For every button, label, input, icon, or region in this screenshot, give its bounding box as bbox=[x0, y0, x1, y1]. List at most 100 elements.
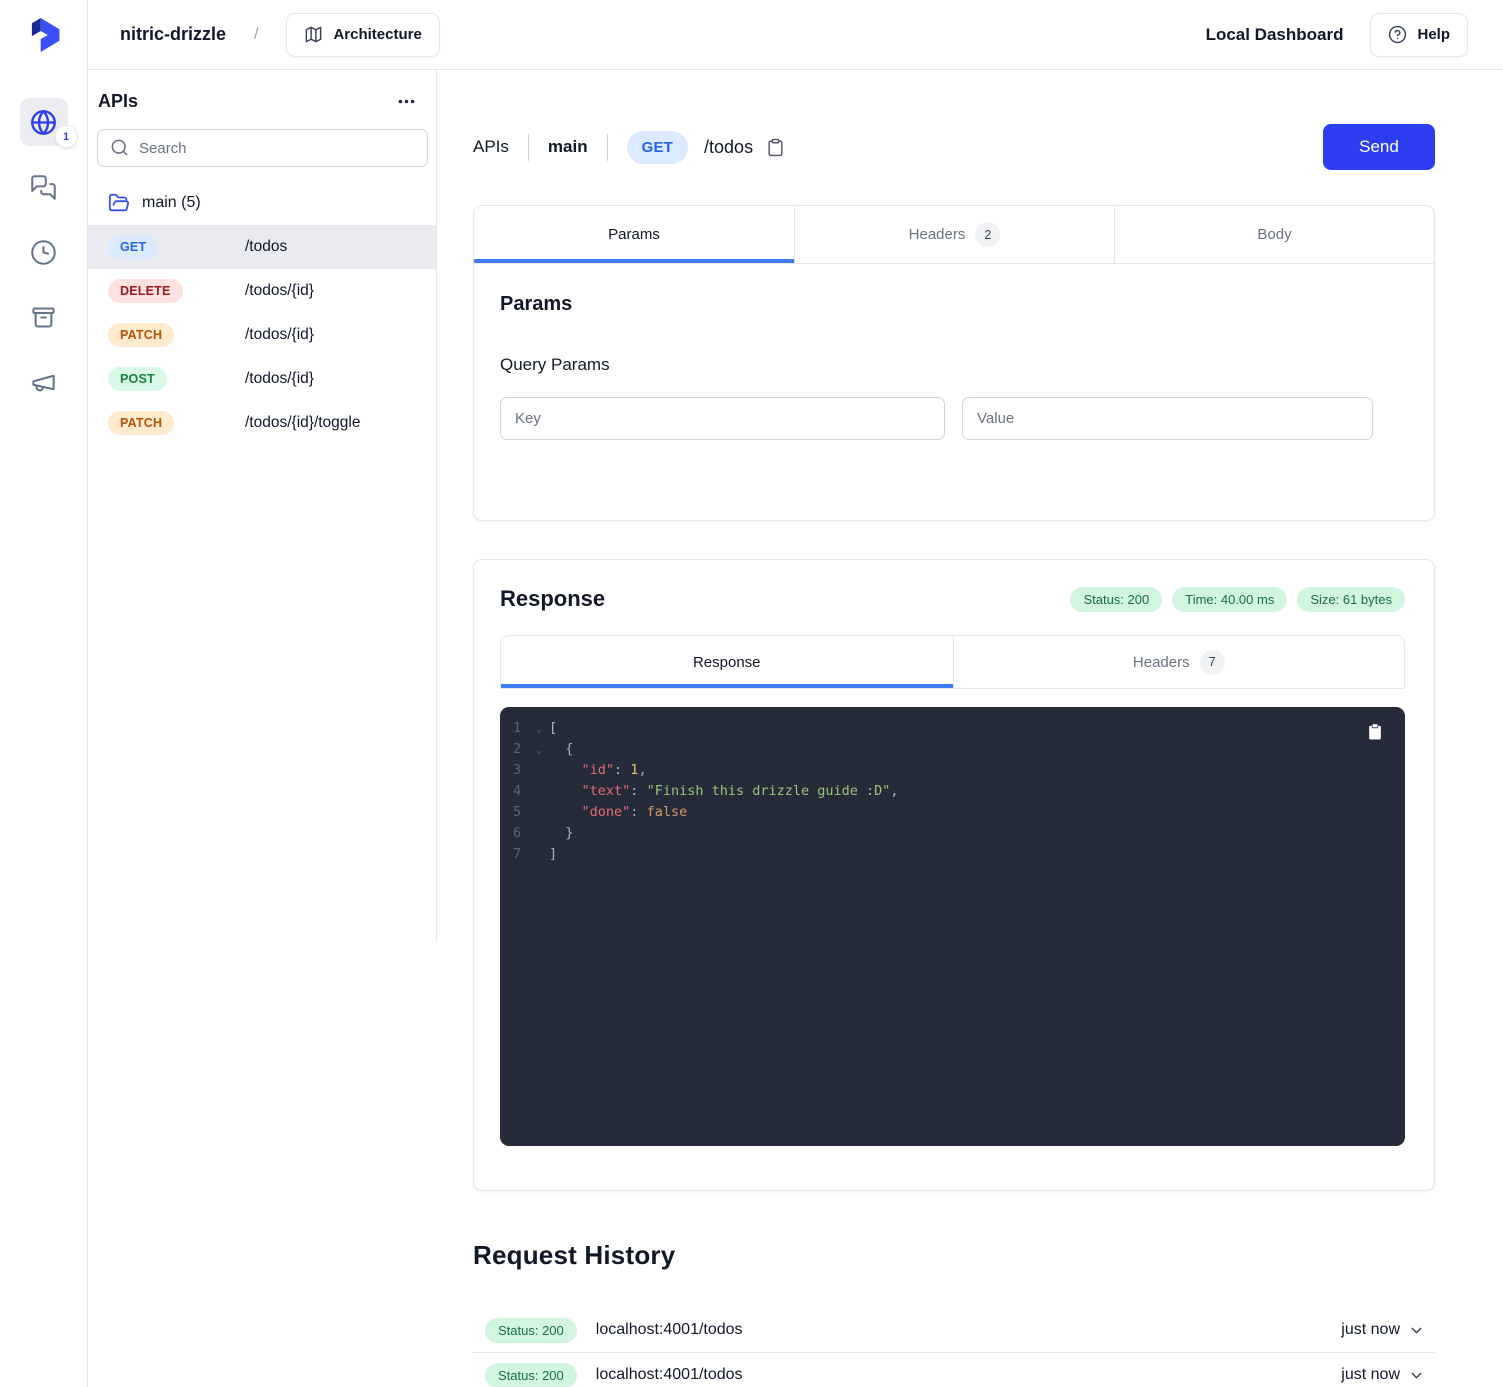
tab-params[interactable]: Params bbox=[474, 206, 794, 263]
send-button[interactable]: Send bbox=[1323, 124, 1435, 170]
help-button[interactable]: Help bbox=[1370, 13, 1468, 57]
code-line: 1⌄[ bbox=[500, 718, 1405, 739]
route-method: PATCH bbox=[108, 411, 245, 435]
code-line: 7] bbox=[500, 844, 1405, 865]
tab-response-label: Response bbox=[693, 654, 761, 671]
route-path: /todos/{id} bbox=[245, 370, 314, 388]
breadcrumb-apis: APIs bbox=[473, 137, 509, 157]
route-method: GET bbox=[108, 235, 245, 259]
copy-path-button[interactable] bbox=[766, 138, 785, 157]
code-line: 5 "done": false bbox=[500, 802, 1405, 823]
tab-headers[interactable]: Headers 2 bbox=[794, 206, 1114, 263]
breadcrumb-separator: / bbox=[254, 26, 258, 44]
search-input[interactable] bbox=[97, 129, 428, 167]
history-url: localhost:4001/todos bbox=[596, 1366, 743, 1384]
history-time-label: just now bbox=[1341, 1321, 1400, 1339]
history-time-label: just now bbox=[1341, 1366, 1400, 1384]
code-line: 6 } bbox=[500, 823, 1405, 844]
chat-bubbles-icon bbox=[30, 174, 57, 201]
route-item[interactable]: PATCH/todos/{id}/toggle bbox=[88, 401, 437, 445]
chevron-down-icon bbox=[1408, 1322, 1425, 1339]
route-item[interactable]: PATCH/todos/{id} bbox=[88, 313, 437, 357]
globe-icon bbox=[30, 109, 57, 136]
route-path: /todos bbox=[245, 238, 287, 256]
response-code-block: 1⌄[2⌄ {3 "id": 1,4 "text": "Finish this … bbox=[500, 707, 1405, 1146]
route-item[interactable]: POST/todos/{id} bbox=[88, 357, 437, 401]
line-number: 4 bbox=[513, 781, 529, 802]
history-row[interactable]: Status: 200localhost:4001/todosjust now bbox=[473, 1308, 1435, 1353]
project-name: nitric-drizzle bbox=[120, 24, 226, 45]
nitric-logo-icon bbox=[22, 13, 66, 57]
breadcrumb-group: main bbox=[548, 137, 588, 157]
response-card: Response Status: 200Time: 40.00 msSize: … bbox=[473, 559, 1435, 1191]
nav-storage-button[interactable] bbox=[20, 293, 68, 341]
app-window: 1 bbox=[0, 0, 1503, 1387]
code-line: 3 "id": 1, bbox=[500, 760, 1405, 781]
history-row[interactable]: Status: 200localhost:4001/todosjust now bbox=[473, 1353, 1435, 1387]
main-content: APIs main GET /todos Send bbox=[437, 70, 1503, 1387]
route-list: GET/todosDELETE/todos/{id}PATCH/todos/{i… bbox=[88, 225, 437, 445]
tab-response[interactable]: Response bbox=[501, 636, 953, 688]
params-heading: Params bbox=[500, 293, 1408, 316]
fold-spacer bbox=[529, 844, 549, 865]
param-value-input[interactable] bbox=[962, 397, 1373, 440]
code-text: } bbox=[549, 823, 573, 844]
route-item[interactable]: GET/todos bbox=[88, 225, 437, 269]
tab-response-headers[interactable]: Headers 7 bbox=[953, 636, 1405, 688]
response-tabs: Response Headers 7 bbox=[500, 635, 1405, 689]
response-status-badge: Size: 61 bytes bbox=[1297, 587, 1405, 612]
api-group-label: main (5) bbox=[142, 194, 201, 212]
code-text: "done": false bbox=[549, 802, 687, 823]
help-label: Help bbox=[1417, 26, 1450, 43]
code-lines: 1⌄[2⌄ {3 "id": 1,4 "text": "Finish this … bbox=[500, 718, 1405, 865]
request-bar: APIs main GET /todos Send bbox=[473, 124, 1435, 170]
query-param-row bbox=[500, 397, 1408, 440]
nav-chat-button[interactable] bbox=[20, 163, 68, 211]
fold-spacer bbox=[529, 802, 549, 823]
nav-announcements-button[interactable] bbox=[20, 358, 68, 406]
fold-spacer bbox=[529, 760, 549, 781]
line-number: 2 bbox=[513, 739, 529, 760]
route-method: PATCH bbox=[108, 323, 245, 347]
fold-chevron-icon[interactable]: ⌄ bbox=[529, 739, 549, 760]
request-tabs: Params Headers 2 Body bbox=[474, 206, 1434, 264]
architecture-button[interactable]: Architecture bbox=[286, 13, 439, 57]
nav-history-button[interactable] bbox=[20, 228, 68, 276]
response-headers-count-badge: 7 bbox=[1200, 650, 1225, 675]
rail-nav: 1 bbox=[20, 98, 68, 406]
copy-response-button[interactable] bbox=[1365, 722, 1385, 742]
nav-apis-button[interactable]: 1 bbox=[20, 98, 68, 146]
fold-chevron-icon[interactable]: ⌄ bbox=[529, 718, 549, 739]
line-number: 7 bbox=[513, 844, 529, 865]
clipboard-icon bbox=[1365, 722, 1385, 742]
sidebar-menu-button[interactable] bbox=[396, 91, 417, 112]
route-path: /todos/{id} bbox=[245, 282, 314, 300]
ellipsis-icon bbox=[396, 91, 417, 112]
method-pill: GET bbox=[627, 131, 688, 164]
route-method-pill: GET bbox=[108, 235, 158, 259]
dashboard-title: Local Dashboard bbox=[1206, 25, 1344, 45]
route-path: /todos/{id}/toggle bbox=[245, 414, 361, 432]
history-time: just now bbox=[1341, 1321, 1425, 1339]
history-time: just now bbox=[1341, 1366, 1425, 1384]
line-number: 1 bbox=[513, 718, 529, 739]
breadcrumb-divider bbox=[528, 134, 529, 161]
code-text: ] bbox=[549, 844, 557, 865]
headers-count-badge: 2 bbox=[975, 222, 1000, 247]
param-key-input[interactable] bbox=[500, 397, 945, 440]
route-item[interactable]: DELETE/todos/{id} bbox=[88, 269, 437, 313]
route-method-pill: POST bbox=[108, 367, 167, 391]
route-path-label: /todos bbox=[704, 137, 753, 158]
api-group-main[interactable]: main (5) bbox=[88, 182, 437, 224]
tab-body[interactable]: Body bbox=[1114, 206, 1434, 263]
storage-box-icon bbox=[30, 304, 57, 331]
response-status-badge: Status: 200 bbox=[1070, 587, 1162, 612]
code-text: "text": "Finish this drizzle guide :D", bbox=[549, 781, 899, 802]
folder-open-icon bbox=[108, 192, 130, 214]
search-icon bbox=[110, 138, 129, 157]
request-history-heading: Request History bbox=[473, 1240, 1435, 1271]
breadcrumb-divider bbox=[607, 134, 608, 161]
history-status-badge: Status: 200 bbox=[485, 1318, 577, 1343]
code-line: 2⌄ { bbox=[500, 739, 1405, 760]
megaphone-icon bbox=[30, 369, 57, 396]
